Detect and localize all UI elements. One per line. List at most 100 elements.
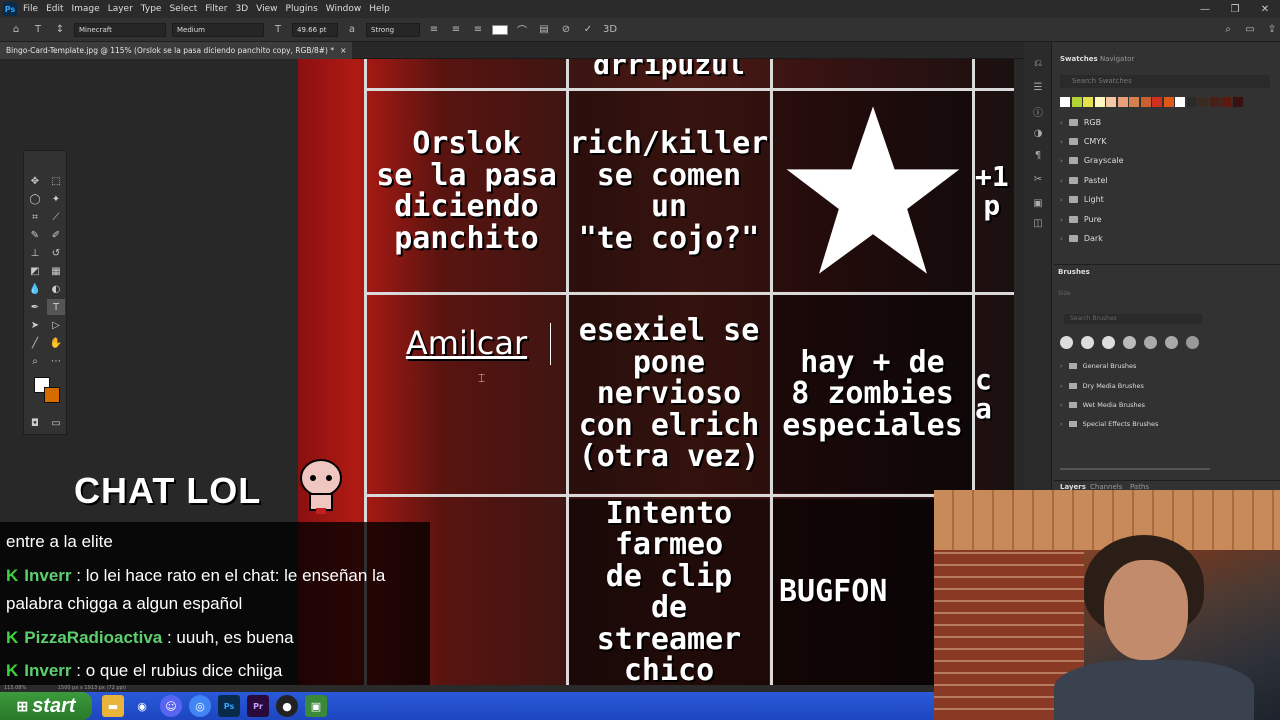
home-icon[interactable]: ⌂: [8, 24, 24, 35]
antialias-select[interactable]: Strong: [366, 22, 420, 37]
align-left-icon[interactable]: ≡: [426, 24, 442, 35]
info-panel-icon[interactable]: ⓘ: [1030, 104, 1046, 120]
color-swatch[interactable]: [1163, 97, 1174, 107]
paragraph-panel-icon[interactable]: ¶: [1030, 150, 1046, 166]
history-panel-icon[interactable]: ⎌: [1030, 58, 1046, 74]
close-button[interactable]: ✕: [1250, 4, 1280, 15]
brush-preset[interactable]: [1102, 336, 1115, 349]
menu-help[interactable]: Help: [369, 4, 390, 14]
clone-stamp-tool-icon[interactable]: ⊥: [26, 245, 44, 261]
eyedropper-tool-icon[interactable]: ⟋: [47, 209, 65, 225]
color-swatch[interactable]: [1117, 97, 1128, 107]
properties-panel-icon[interactable]: ▣: [1030, 198, 1046, 214]
workspace-icon[interactable]: ▭: [1242, 24, 1258, 35]
brush-folder-special-effects[interactable]: › Special Effects Brushes: [1060, 420, 1158, 428]
brush-tool-icon[interactable]: ✐: [47, 227, 65, 243]
type-tool-icon[interactable]: T: [47, 299, 65, 315]
search-swatches-input[interactable]: Search Swatches: [1060, 75, 1270, 88]
color-swatch[interactable]: [1140, 97, 1151, 107]
screen-mode-icon[interactable]: ▭: [47, 415, 65, 431]
swatch-folder-dark[interactable]: › Dark: [1060, 234, 1103, 243]
color-swatch[interactable]: [1106, 97, 1116, 107]
menu-layer[interactable]: Layer: [108, 4, 133, 14]
healing-brush-tool-icon[interactable]: ✎: [26, 227, 44, 243]
brush-size-slider[interactable]: [1060, 468, 1210, 470]
warp-text-icon[interactable]: ⌒: [514, 22, 530, 37]
swatch-folder-pure[interactable]: › Pure: [1060, 215, 1102, 224]
folder-icon[interactable]: ▬: [102, 695, 124, 717]
menu-edit[interactable]: Edit: [46, 4, 63, 14]
history-brush-tool-icon[interactable]: ↺: [47, 245, 65, 261]
brush-preset[interactable]: [1123, 336, 1136, 349]
brush-preset[interactable]: [1165, 336, 1178, 349]
search-icon[interactable]: ⌕: [1220, 24, 1236, 35]
color-swatch[interactable]: [1129, 97, 1139, 107]
color-swatch[interactable]: [1071, 97, 1082, 107]
adjustments-panel-icon[interactable]: ☰: [1030, 82, 1046, 98]
font-family-select[interactable]: Minecraft: [74, 22, 166, 37]
color-swatch[interactable]: [1232, 97, 1243, 107]
menu-image[interactable]: Image: [72, 4, 100, 14]
blur-tool-icon[interactable]: 💧: [26, 281, 44, 297]
photoshop-icon[interactable]: Ps: [218, 695, 240, 717]
commit-icon[interactable]: ✓: [580, 24, 596, 35]
start-button[interactable]: ⊞ start: [0, 692, 92, 720]
search-brushes-input[interactable]: Search Brushes: [1064, 314, 1202, 324]
menu-plugins[interactable]: Plugins: [286, 4, 318, 14]
share-icon[interactable]: ⇪: [1264, 24, 1280, 35]
close-tab-icon[interactable]: ×: [340, 46, 346, 55]
photoshop-logo-icon[interactable]: Ps: [3, 2, 17, 16]
menu-type[interactable]: Type: [141, 4, 162, 14]
chrome-icon[interactable]: ◎: [189, 695, 211, 717]
pen-tool-icon[interactable]: ✒: [26, 299, 44, 315]
restore-button[interactable]: ❐: [1220, 4, 1250, 15]
menu-select[interactable]: Select: [169, 4, 197, 14]
brush-folder-dry-media[interactable]: › Dry Media Brushes: [1060, 382, 1144, 390]
color-swatch[interactable]: [1221, 97, 1231, 107]
move-tool-icon[interactable]: ✥: [26, 173, 44, 189]
align-center-icon[interactable]: ≡: [448, 24, 464, 35]
text-color-swatch[interactable]: [492, 24, 508, 35]
swatch-folder-pastel[interactable]: › Pastel: [1060, 176, 1108, 185]
color-swatch[interactable]: [1198, 97, 1208, 107]
color-swatch[interactable]: [1186, 97, 1197, 107]
steam-icon[interactable]: ◉: [131, 695, 153, 717]
swatch-folder-light[interactable]: › Light: [1060, 195, 1104, 204]
line-tool-icon[interactable]: ╱: [26, 335, 44, 351]
discord-icon[interactable]: ☺: [160, 695, 182, 717]
crop-tool-icon[interactable]: ⌗: [26, 209, 44, 225]
brush-folder-wet-media[interactable]: › Wet Media Brushes: [1060, 401, 1145, 409]
type-tool-preset-icon[interactable]: T: [30, 24, 46, 35]
hand-tool-icon[interactable]: ✋: [47, 335, 65, 351]
bingo-cell-amilcar-editing[interactable]: Amilcar: [367, 295, 566, 393]
menu-view[interactable]: View: [256, 4, 277, 14]
tool-presets-icon[interactable]: ✂: [1030, 174, 1046, 190]
text-orientation-icon[interactable]: ↕: [52, 24, 68, 35]
color-swatch[interactable]: [1175, 97, 1185, 107]
lasso-tool-icon[interactable]: ◯: [26, 191, 44, 207]
3d-icon[interactable]: 3D: [602, 24, 618, 35]
color-swatch[interactable]: [1083, 97, 1093, 107]
direct-selection-tool-icon[interactable]: ▷: [47, 317, 65, 333]
character-panel-icon[interactable]: ▤: [536, 24, 552, 35]
color-swatch[interactable]: [1152, 97, 1162, 107]
brush-preset[interactable]: [1060, 336, 1073, 349]
tab-navigator[interactable]: Navigator: [1100, 55, 1134, 63]
more-tools-icon[interactable]: ⋯: [47, 353, 65, 369]
swatch-folder-cmyk[interactable]: › CMYK: [1060, 137, 1106, 146]
document-tab[interactable]: Bingo-Card-Template.jpg @ 115% (Orslok s…: [0, 42, 353, 59]
premiere-icon[interactable]: Pr: [247, 695, 269, 717]
minimize-button[interactable]: —: [1190, 4, 1220, 15]
zoom-tool-icon[interactable]: ⌕: [26, 353, 44, 369]
brush-preset[interactable]: [1186, 336, 1199, 349]
cancel-icon[interactable]: ⊘: [558, 24, 574, 35]
swatch-folder-rgb[interactable]: › RGB: [1060, 118, 1101, 127]
swatch-folder-grayscale[interactable]: › Grayscale: [1060, 156, 1124, 165]
eraser-tool-icon[interactable]: ◩: [26, 263, 44, 279]
gradient-tool-icon[interactable]: ▦: [47, 263, 65, 279]
menu-filter[interactable]: Filter: [205, 4, 227, 14]
menu-file[interactable]: File: [23, 4, 38, 14]
background-color-swatch[interactable]: [44, 387, 60, 403]
obs-icon[interactable]: ●: [276, 695, 298, 717]
path-selection-tool-icon[interactable]: ➤: [26, 317, 44, 333]
